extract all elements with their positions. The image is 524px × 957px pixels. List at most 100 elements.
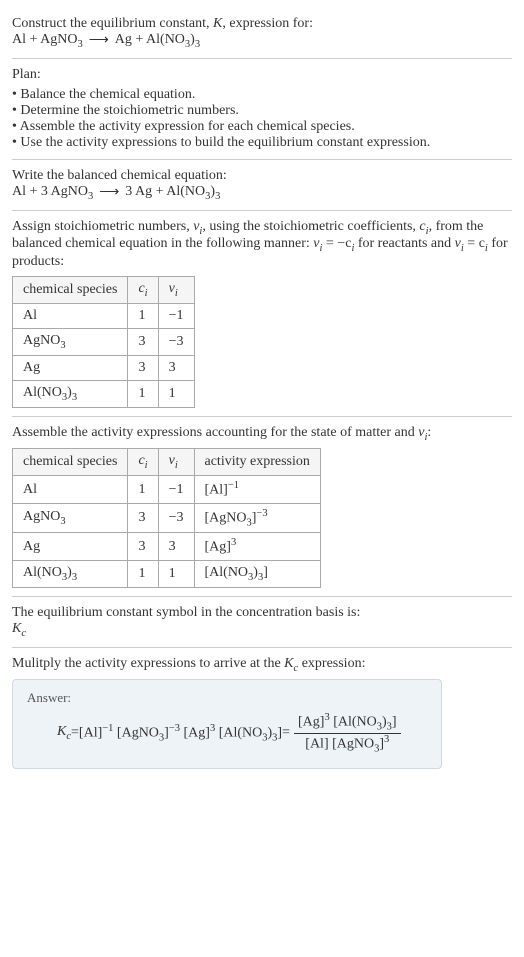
col-nui: νi	[158, 449, 194, 476]
table-row: Al 1 −1 [Al]−1	[13, 476, 321, 504]
section-intro: Construct the equilibrium constant, K, e…	[12, 8, 512, 59]
cell-activity: [Ag]3	[194, 533, 320, 561]
cell-nui: 3	[158, 533, 194, 561]
text: for reactants and	[354, 236, 454, 251]
stoich-table: chemical species ci νi Al 1 −1 AgNO3 3 −…	[12, 276, 195, 407]
section-balanced: Write the balanced chemical equation: Al…	[12, 160, 512, 211]
equals: =	[282, 725, 290, 741]
sub: 3	[247, 517, 252, 528]
plan-heading: Plan:	[12, 67, 512, 83]
text: [Al(NO	[205, 565, 249, 580]
intro-line: Construct the equilibrium constant, K, e…	[12, 16, 512, 32]
cell-ci: 3	[128, 503, 158, 532]
plan-item: Determine the stoichiometric numbers.	[12, 103, 512, 119]
var: K	[12, 621, 21, 636]
sup: 3	[231, 537, 236, 548]
text: Al + 3 AgNO	[12, 184, 88, 199]
intro-reaction: Al + AgNO3 ⟶ Ag + Al(NO3)3	[12, 32, 512, 50]
products: Ag + Al(NO3)3	[115, 32, 200, 50]
section-plan: Plan: Balance the chemical equation. Det…	[12, 59, 512, 160]
plan-item: Use the activity expressions to build th…	[12, 135, 512, 151]
sub: c	[21, 628, 26, 639]
cell-nui: −1	[158, 303, 194, 328]
sub: i	[175, 460, 178, 471]
section-activity: Assemble the activity expressions accoun…	[12, 417, 512, 597]
text: :	[427, 425, 431, 440]
cell-species: Ag	[13, 533, 128, 561]
text: Ag + Al(NO	[115, 32, 185, 47]
cell-species: Al(NO3)3	[13, 560, 128, 587]
equals: =	[71, 725, 79, 741]
sub: 3	[60, 516, 65, 527]
table-row: Al(NO3)3 1 1	[13, 380, 195, 407]
sub: i	[145, 288, 148, 299]
col-species: chemical species	[13, 277, 128, 304]
col-nui: νi	[158, 277, 194, 304]
cell-species: Al	[13, 303, 128, 328]
table-row: Al 1 −1	[13, 303, 195, 328]
text: ]	[392, 715, 397, 730]
sub: 3	[88, 191, 93, 202]
table-row: AgNO3 3 −3	[13, 328, 195, 355]
text: = c	[464, 236, 485, 251]
text: AgNO	[23, 509, 60, 524]
text: [AgNO	[205, 510, 247, 525]
kc-symbol: Kc	[12, 621, 512, 639]
plan-item: Balance the chemical equation.	[12, 87, 512, 103]
activity-heading: Assemble the activity expressions accoun…	[12, 425, 512, 443]
sub: 3	[258, 572, 263, 583]
sub: 3	[62, 572, 67, 583]
cell-ci: 1	[128, 560, 158, 587]
cell-nui: 1	[158, 380, 194, 407]
kc-text: The equilibrium constant symbol in the c…	[12, 605, 512, 621]
sub: 3	[195, 39, 200, 50]
section-kc-symbol: The equilibrium constant symbol in the c…	[12, 597, 512, 648]
sub: 3	[62, 392, 67, 403]
sup: −1	[102, 723, 113, 734]
numerator: [Ag]3 [Al(NO3)3]	[294, 712, 401, 733]
col-species: chemical species	[13, 449, 128, 476]
sub: i	[175, 288, 178, 299]
cell-ci: 3	[128, 328, 158, 355]
arrow-icon: ⟶	[89, 32, 109, 49]
cell-activity: [Al]−1	[194, 476, 320, 504]
answer-box: Answer: Kc = [Al]−1 [AgNO3]−3 [Ag]3 [Al(…	[12, 679, 442, 769]
cell-nui: −3	[158, 503, 194, 532]
cell-species: Al(NO3)3	[13, 380, 128, 407]
sub: 3	[248, 572, 253, 583]
cell-species: Ag	[13, 355, 128, 380]
table-header-row: chemical species ci νi activity expressi…	[13, 449, 321, 476]
cell-species: Al	[13, 476, 128, 504]
answer-label: Answer:	[27, 690, 427, 706]
text: Al + AgNO	[12, 32, 77, 47]
cell-nui: 3	[158, 355, 194, 380]
var-K: K	[213, 16, 222, 31]
text: [AgNO	[117, 726, 159, 741]
sub: 3	[215, 191, 220, 202]
text: [Al] [AgNO	[305, 736, 374, 751]
var: K	[284, 656, 293, 671]
cell-ci: 1	[128, 380, 158, 407]
text: [Al(NO	[330, 715, 377, 730]
balanced-heading: Write the balanced chemical equation:	[12, 168, 512, 184]
section-stoich: Assign stoichiometric numbers, νi, using…	[12, 211, 512, 417]
col-ci: ci	[128, 277, 158, 304]
cell-ci: 1	[128, 476, 158, 504]
var: K	[57, 724, 66, 739]
text: Assign stoichiometric numbers,	[12, 219, 193, 234]
sup: 3	[384, 734, 389, 745]
text: [Ag]	[184, 726, 210, 741]
sub: 3	[72, 572, 77, 583]
cell-activity: [Al(NO3)3]	[194, 560, 320, 587]
sub: 3	[77, 39, 82, 50]
text: Construct the equilibrium constant,	[12, 16, 213, 31]
cell-species: AgNO3	[13, 328, 128, 355]
table-header-row: chemical species ci νi	[13, 277, 195, 304]
sup: −3	[169, 723, 180, 734]
table-row: Al(NO3)3 1 1 [Al(NO3)3]	[13, 560, 321, 587]
text: Al(NO	[23, 385, 62, 400]
table-row: AgNO3 3 −3 [AgNO3]−3	[13, 503, 321, 532]
stoich-text: Assign stoichiometric numbers, νi, using…	[12, 219, 512, 271]
sub: i	[145, 460, 148, 471]
text: 3 Ag + Al(NO	[125, 184, 205, 199]
